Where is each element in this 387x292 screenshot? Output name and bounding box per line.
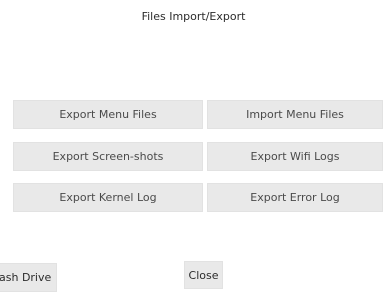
export-kernel-log-button[interactable]: Export Kernel Log	[13, 183, 203, 212]
export-menu-files-button[interactable]: Export Menu Files	[13, 100, 203, 129]
export-error-log-button[interactable]: Export Error Log	[207, 183, 383, 212]
export-wifi-logs-button[interactable]: Export Wifi Logs	[207, 142, 383, 171]
flash-drive-button[interactable]: ash Drive	[0, 263, 57, 292]
import-menu-files-button[interactable]: Import Menu Files	[207, 100, 383, 129]
files-import-export-screen: Files Import/Export Export Menu Files Im…	[0, 0, 387, 292]
page-title: Files Import/Export	[141, 10, 246, 23]
export-screenshots-button[interactable]: Export Screen-shots	[13, 142, 203, 171]
close-button[interactable]: Close	[184, 261, 223, 289]
